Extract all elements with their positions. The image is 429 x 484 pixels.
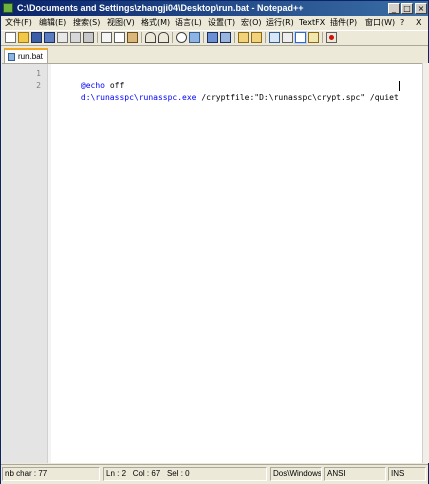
notepad-app-icon[interactable]	[3, 3, 13, 13]
find-icon[interactable]	[176, 32, 187, 43]
status-eol-format: Dos\Windows	[270, 467, 322, 481]
code-token: d:\runasspc\runasspc.exe	[80, 93, 197, 102]
status-char-count: nb char : 77	[2, 467, 100, 481]
menu-bar: 文件(F) 编辑(E) 搜索(S) 视图(V) 格式(M) 语言(L) 设置(T…	[1, 16, 428, 29]
close-file-icon[interactable]	[57, 32, 68, 43]
menu-help[interactable]: ?	[400, 17, 404, 28]
status-position: Ln : 2 Col : 67 Sel : 0	[103, 467, 267, 481]
zoom-in-icon[interactable]	[207, 32, 218, 43]
close-button[interactable]: ×	[415, 3, 427, 14]
maximize-button[interactable]: □	[401, 3, 413, 14]
menu-view[interactable]: 视图(V)	[107, 17, 135, 28]
status-encoding: ANSI	[324, 467, 386, 481]
save-icon[interactable]	[31, 32, 42, 43]
line-number: 2	[36, 81, 41, 90]
zoom-out-icon[interactable]	[220, 32, 231, 43]
menu-edit[interactable]: 编辑(E)	[39, 17, 66, 28]
tab-run-bat[interactable]: run.bat	[4, 48, 48, 63]
vertical-scrollbar[interactable]	[422, 63, 429, 463]
status-bar: nb char : 77 Ln : 2 Col : 67 Sel : 0 Dos…	[1, 464, 428, 484]
copy-icon[interactable]	[114, 32, 125, 43]
menu-settings[interactable]: 设置(T)	[208, 17, 235, 28]
replace-icon[interactable]	[189, 32, 200, 43]
menu-format[interactable]: 格式(M)	[141, 17, 170, 28]
open-file-icon[interactable]	[18, 32, 29, 43]
line-number-gutter: 1 2	[2, 64, 47, 463]
menu-window[interactable]: 窗口(W)	[365, 17, 395, 28]
menu-language[interactable]: 语言(L)	[175, 17, 202, 28]
minimize-button[interactable]: _	[388, 3, 400, 14]
file-icon	[8, 53, 15, 61]
fold-margin[interactable]	[47, 64, 51, 463]
word-wrap-icon[interactable]	[269, 32, 280, 43]
menu-macro[interactable]: 宏(O)	[241, 17, 262, 28]
print-icon[interactable]	[83, 32, 94, 43]
close-all-icon[interactable]	[70, 32, 81, 43]
menu-run[interactable]: 运行(R)	[266, 17, 294, 28]
notepad-window: C:\Documents and Settings\zhangji04\Desk…	[0, 0, 429, 484]
sync-horizontal-icon[interactable]	[251, 32, 262, 43]
text-caret	[398, 81, 400, 91]
undo-icon[interactable]	[145, 32, 156, 43]
line-number: 1	[36, 69, 41, 78]
indent-guide-icon[interactable]	[294, 31, 307, 44]
menu-search[interactable]: 搜索(S)	[73, 17, 100, 28]
status-line: Ln : 2	[106, 469, 127, 478]
save-all-icon[interactable]	[44, 32, 55, 43]
new-file-icon[interactable]	[5, 32, 16, 43]
status-column: Col : 67	[132, 469, 161, 478]
toolbar	[1, 30, 428, 46]
sync-vertical-icon[interactable]	[238, 32, 249, 43]
user-language-icon[interactable]	[308, 32, 319, 43]
window-title: C:\Documents and Settings\zhangji04\Desk…	[17, 3, 304, 13]
redo-icon[interactable]	[158, 32, 169, 43]
menu-textfx[interactable]: TextFX	[299, 17, 325, 28]
record-macro-icon[interactable]	[326, 32, 337, 43]
code-token: /cryptfile:"D:\runasspc\crypt.spc" /quie…	[196, 93, 399, 102]
tab-label: run.bat	[18, 52, 43, 61]
status-selection: Sel : 0	[166, 469, 190, 478]
title-bar[interactable]: C:\Documents and Settings\zhangji04\Desk…	[1, 1, 428, 16]
cut-icon[interactable]	[101, 32, 112, 43]
menu-plugins[interactable]: 插件(P)	[330, 17, 357, 28]
code-line-current[interactable]: d:\runasspc\runasspc.exe /cryptfile:"D:\…	[52, 80, 400, 116]
show-all-chars-icon[interactable]	[282, 32, 293, 43]
close-document-button[interactable]: X	[416, 17, 421, 28]
status-insert-mode: INS	[388, 467, 426, 481]
paste-icon[interactable]	[127, 32, 138, 43]
tab-bar: run.bat	[1, 46, 428, 63]
menu-file[interactable]: 文件(F)	[5, 17, 32, 28]
editor-area[interactable]: 1 2 @echo off d:\runasspc\runasspc.exe /…	[2, 63, 422, 463]
